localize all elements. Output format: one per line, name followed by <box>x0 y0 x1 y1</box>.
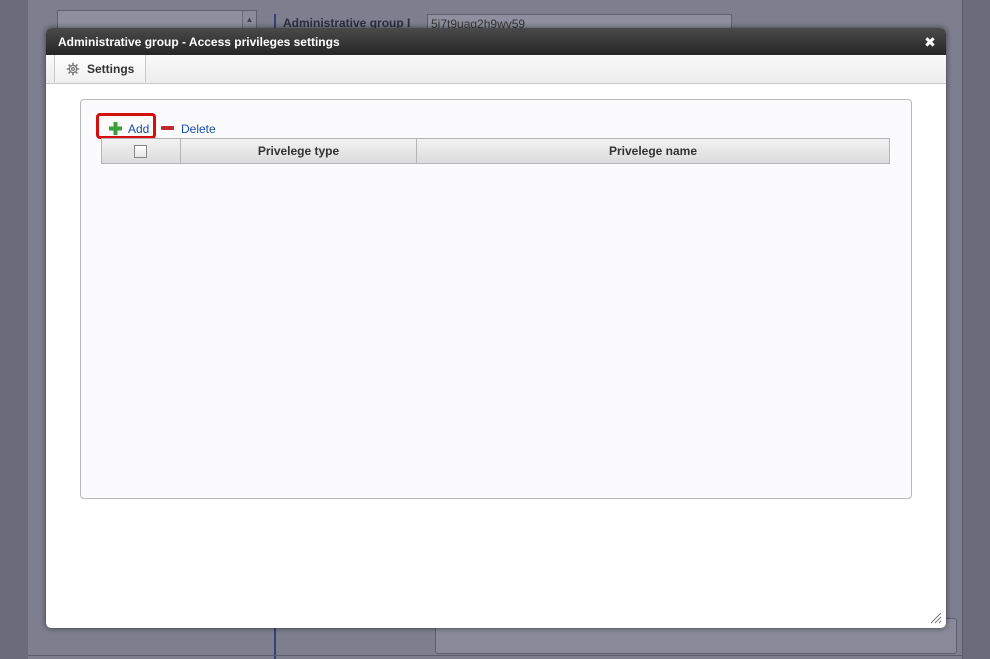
background-bottom-line <box>28 655 962 656</box>
select-all-column <box>102 139 181 163</box>
privileges-dialog: Administrative group - Access privileges… <box>46 28 946 628</box>
delete-button-label: Delete <box>181 122 216 136</box>
add-button-label: Add <box>128 122 150 136</box>
grid-header: Privelege type Privelege name <box>101 138 890 164</box>
select-all-checkbox[interactable] <box>134 145 147 158</box>
background-left-strip <box>0 0 28 659</box>
plus-icon <box>109 122 122 135</box>
dialog-title: Administrative group - Access privileges… <box>58 35 340 49</box>
resize-grip-icon[interactable] <box>930 612 942 624</box>
gear-icon <box>66 62 80 76</box>
tab-bar: Settings <box>46 55 946 84</box>
minus-icon <box>161 126 174 130</box>
dialog-titlebar[interactable]: Administrative group - Access privileges… <box>46 28 946 55</box>
tab-settings[interactable]: Settings <box>54 55 146 82</box>
background-right-strip <box>962 0 990 659</box>
privileges-panel: Add Delete Privelege type Privelege name <box>80 99 912 499</box>
column-header-privilege-type[interactable]: Privelege type <box>181 139 417 163</box>
close-icon[interactable]: ✖ <box>922 34 938 50</box>
tab-settings-label: Settings <box>87 62 135 76</box>
column-header-privilege-name[interactable]: Privelege name <box>417 139 889 163</box>
